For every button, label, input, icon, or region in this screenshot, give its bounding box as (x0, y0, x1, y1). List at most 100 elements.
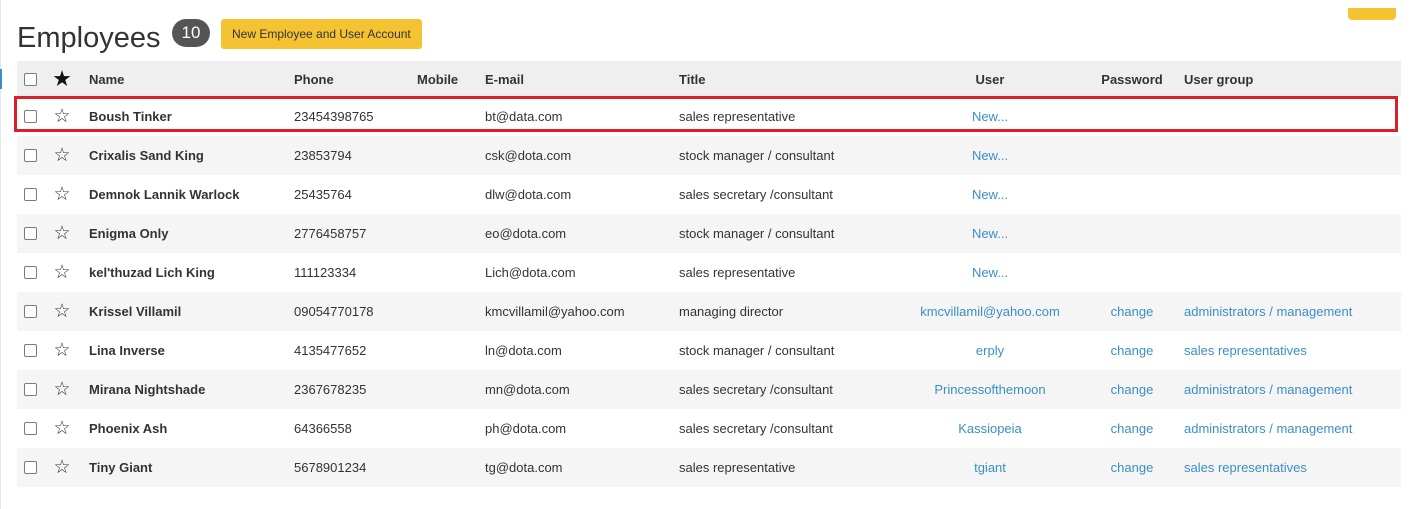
favorite-header-cell: ★ (51, 61, 73, 97)
employee-title: sales secretary /consultant (679, 187, 833, 202)
employee-user-link[interactable]: New... (887, 175, 1093, 214)
table-row[interactable]: ☆ Tiny Giant 5678901234 tg@dota.com sale… (17, 448, 1401, 487)
column-header-user[interactable]: User (887, 61, 1093, 97)
employee-name[interactable]: Boush Tinker (89, 97, 172, 136)
change-password-link[interactable]: change (1097, 370, 1167, 409)
row-favorite-cell: ☆ (51, 409, 73, 448)
star-outline-icon[interactable]: ☆ (53, 224, 70, 243)
employee-user-link[interactable]: New... (887, 214, 1093, 253)
employee-user-link[interactable]: kmcvillamil@yahoo.com (887, 292, 1093, 331)
star-outline-icon[interactable]: ☆ (53, 185, 70, 204)
change-password-link[interactable] (1097, 97, 1167, 136)
employee-name[interactable]: Enigma Only (89, 214, 168, 253)
star-outline-icon[interactable]: ☆ (53, 263, 70, 282)
select-all-checkbox[interactable] (23, 72, 37, 86)
employee-user-link[interactable]: tgiant (887, 448, 1093, 487)
employee-title: sales representative (679, 265, 796, 280)
table-row[interactable]: ☆ Lina Inverse 4135477652 ln@dota.com st… (17, 331, 1401, 370)
employee-user-link[interactable]: New... (887, 253, 1093, 292)
employee-user-link[interactable]: Princessofthemoon (887, 370, 1093, 409)
column-header-user-group[interactable]: User group (1184, 61, 1253, 97)
change-password-link[interactable]: change (1097, 292, 1167, 331)
employee-phone: 25435764 (294, 187, 352, 202)
star-outline-icon[interactable]: ☆ (53, 302, 70, 321)
column-header-title[interactable]: Title (679, 61, 706, 97)
user-group-link[interactable]: sales representatives (1184, 331, 1307, 370)
column-header-phone[interactable]: Phone (294, 61, 334, 97)
row-favorite-cell: ☆ (51, 448, 73, 487)
employee-user-link[interactable]: erply (887, 331, 1093, 370)
row-checkbox[interactable] (23, 227, 37, 240)
row-checkbox[interactable] (23, 461, 37, 474)
change-password-link[interactable]: change (1097, 409, 1167, 448)
table-row[interactable]: ☆ Demnok Lannik Warlock 25435764 dlw@dot… (17, 175, 1401, 214)
star-outline-icon[interactable]: ☆ (53, 419, 70, 438)
star-outline-icon[interactable]: ☆ (53, 341, 70, 360)
star-outline-icon[interactable]: ☆ (53, 458, 70, 477)
star-outline-icon[interactable]: ☆ (53, 380, 70, 399)
column-header-email[interactable]: E-mail (485, 61, 524, 97)
column-header-password[interactable]: Password (1097, 61, 1167, 97)
employee-name[interactable]: Lina Inverse (89, 331, 165, 370)
employee-phone: 09054770178 (294, 304, 374, 319)
change-password-link[interactable]: change (1097, 448, 1167, 487)
employee-name[interactable]: kel'thuzad Lich King (89, 253, 215, 292)
change-password-link[interactable] (1097, 253, 1167, 292)
employee-email: csk@dota.com (485, 148, 572, 163)
row-checkbox[interactable] (23, 188, 37, 201)
row-checkbox[interactable] (23, 266, 37, 279)
row-select-cell (22, 175, 38, 214)
table-row[interactable]: ☆ Krissel Villamil 09054770178 kmcvillam… (17, 292, 1401, 331)
employee-name[interactable]: Demnok Lannik Warlock (89, 175, 240, 214)
employee-count-badge: 10 (172, 19, 210, 47)
employee-name[interactable]: Tiny Giant (89, 448, 152, 487)
row-select-cell (22, 97, 38, 136)
row-checkbox[interactable] (23, 305, 37, 318)
new-employee-button[interactable]: New Employee and User Account (221, 19, 422, 49)
table-row[interactable]: ☆ kel'thuzad Lich King 111123334 Lich@do… (17, 253, 1401, 292)
table-row[interactable]: ☆ Enigma Only 2776458757 eo@dota.com sto… (17, 214, 1401, 253)
employee-email: bt@data.com (485, 109, 563, 124)
star-outline-icon[interactable]: ☆ (53, 146, 70, 165)
row-favorite-cell: ☆ (51, 292, 73, 331)
employee-phone: 2367678235 (294, 382, 367, 397)
employee-user-link[interactable]: Kassiopeia (887, 409, 1093, 448)
employee-phone: 2776458757 (294, 226, 367, 241)
table-row[interactable]: ☆ Phoenix Ash 64366558 ph@dota.com sales… (17, 409, 1401, 448)
table-row[interactable]: ☆ Boush Tinker 23454398765 bt@data.com s… (17, 97, 1401, 136)
employee-name[interactable]: Mirana Nightshade (89, 370, 205, 409)
table-row[interactable]: ☆ Crixalis Sand King 23853794 csk@dota.c… (17, 136, 1401, 175)
user-group-link[interactable]: sales representatives (1184, 448, 1307, 487)
user-group-link[interactable]: administrators / management (1184, 292, 1352, 331)
row-checkbox[interactable] (23, 422, 37, 435)
change-password-link[interactable] (1097, 214, 1167, 253)
change-password-link[interactable]: change (1097, 331, 1167, 370)
star-filled-icon[interactable]: ★ (53, 70, 70, 89)
employee-phone: 64366558 (294, 421, 352, 436)
user-group-link[interactable]: administrators / management (1184, 370, 1352, 409)
employee-phone: 4135477652 (294, 343, 367, 358)
employee-user-link[interactable]: New... (887, 97, 1093, 136)
employee-title: sales representative (679, 109, 796, 124)
row-checkbox[interactable] (23, 110, 37, 123)
employee-user-link[interactable]: New... (887, 136, 1093, 175)
change-password-link[interactable] (1097, 136, 1167, 175)
change-password-link[interactable] (1097, 175, 1167, 214)
employee-name[interactable]: Crixalis Sand King (89, 136, 204, 175)
row-checkbox[interactable] (23, 149, 37, 162)
table-row[interactable]: ☆ Mirana Nightshade 2367678235 mn@dota.c… (17, 370, 1401, 409)
user-group-link[interactable]: administrators / management (1184, 409, 1352, 448)
column-header-mobile[interactable]: Mobile (417, 61, 458, 97)
employee-name[interactable]: Krissel Villamil (89, 292, 181, 331)
employee-email: dlw@dota.com (485, 187, 572, 202)
employee-name[interactable]: Phoenix Ash (89, 409, 167, 448)
employee-title: managing director (679, 304, 784, 319)
row-checkbox[interactable] (23, 383, 37, 396)
column-header-name[interactable]: Name (89, 61, 124, 97)
row-select-cell (22, 292, 38, 331)
star-outline-icon[interactable]: ☆ (53, 107, 70, 126)
employee-phone: 5678901234 (294, 460, 367, 475)
employee-phone: 111123334 (294, 265, 357, 280)
row-checkbox[interactable] (23, 344, 37, 357)
corner-menu-tab[interactable] (1348, 8, 1396, 20)
